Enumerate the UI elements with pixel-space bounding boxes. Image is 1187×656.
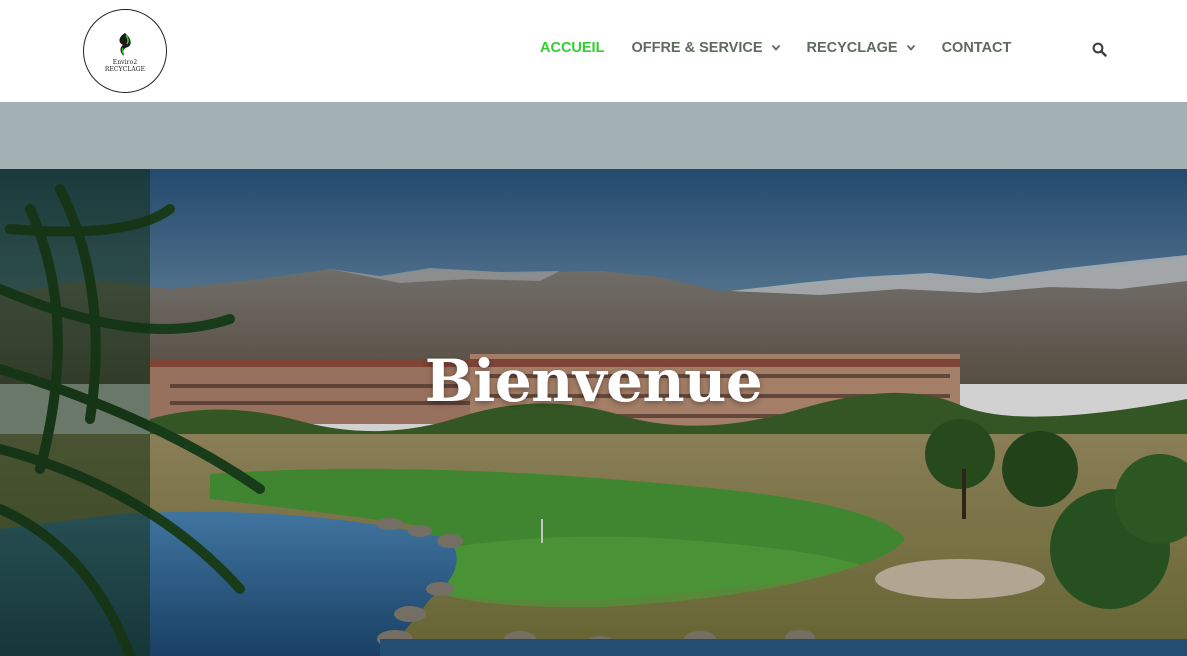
search-icon[interactable] [1092,42,1107,57]
chevron-down-icon [906,45,915,51]
nav-item-contact[interactable]: CONTACT [942,40,1012,56]
nav-item-label: RECYCLAGE [806,40,898,56]
hero-banner: Bienvenue [0,169,1187,656]
main-nav: ACCUEIL OFFRE & SERVICE RECYCLAGE CONTAC… [540,38,1038,58]
nav-item-label: CONTACT [941,40,1012,56]
logo-text-line1: Enviro2 [112,58,138,66]
nav-item-label: ACCUEIL [540,40,605,56]
nav-item-recyclage[interactable]: RECYCLAGE [807,40,915,56]
nav-item-label: OFFRE & SERVICE [631,40,763,56]
chevron-down-icon [771,45,780,51]
hero-title: Bienvenue [424,347,763,415]
recycle-leaf-icon [119,32,131,56]
gray-band [0,102,1187,169]
nav-item-offre-service[interactable]: OFFRE & SERVICE [631,40,780,56]
nav-item-accueil[interactable]: ACCUEIL [540,40,604,56]
logo-text-line2: RECYCLAGE [104,65,146,73]
site-logo[interactable]: Enviro2 RECYCLAGE [83,9,167,93]
site-header: Enviro2 RECYCLAGE ACCUEIL OFFRE & SERVIC… [0,0,1187,102]
